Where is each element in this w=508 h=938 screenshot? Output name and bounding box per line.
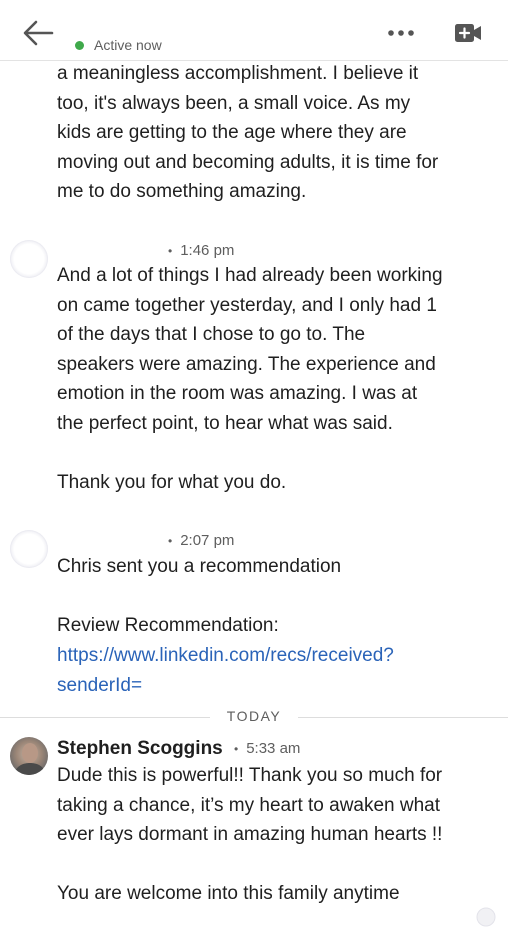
message-meta: • 5:33 am: [234, 740, 300, 757]
sender-avatar[interactable]: [10, 737, 48, 775]
conversation-header: Active now: [0, 0, 508, 61]
message-body: a meaningless accomplishment. I believe …: [57, 63, 439, 202]
separator-dot: •: [168, 243, 173, 258]
status-text: Active now: [94, 37, 162, 53]
seen-receipt-icon: [476, 907, 496, 927]
video-call-icon[interactable]: [454, 22, 482, 44]
separator-dot: •: [234, 741, 239, 756]
message-body: Dude this is powerful!! Thank you so muc…: [57, 765, 443, 904]
separator-dot: •: [168, 533, 173, 548]
message-meta: • 2:07 pm: [168, 532, 234, 549]
more-horizontal-icon[interactable]: [384, 22, 418, 44]
message-time: 5:33 am: [246, 740, 301, 757]
arrow-left-icon[interactable]: [20, 18, 56, 48]
avatar[interactable]: [10, 240, 48, 278]
recommendation-link-continued[interactable]: senderId=: [57, 671, 142, 701]
message-body: Chris sent you a recommendation Review R…: [57, 556, 342, 636]
messaging-screen: Active now a meaningless accomplishment.…: [0, 0, 508, 938]
person-photo-icon: [14, 743, 46, 775]
recommendation-link[interactable]: https://www.linkedin.com/recs/received?: [57, 641, 394, 671]
message-body: And a lot of things I had already been w…: [57, 265, 443, 493]
message-time: 2:07 pm: [180, 532, 235, 549]
message-time: 1:46 pm: [180, 242, 235, 259]
message-meta: • 1:46 pm: [168, 242, 234, 259]
avatar[interactable]: [10, 530, 48, 568]
online-indicator: [75, 40, 84, 50]
date-divider: TODAY: [0, 706, 508, 728]
divider-label: TODAY: [226, 708, 282, 724]
sender-name[interactable]: Stephen Scoggins: [57, 738, 223, 760]
presence-status: Active now: [75, 37, 162, 53]
